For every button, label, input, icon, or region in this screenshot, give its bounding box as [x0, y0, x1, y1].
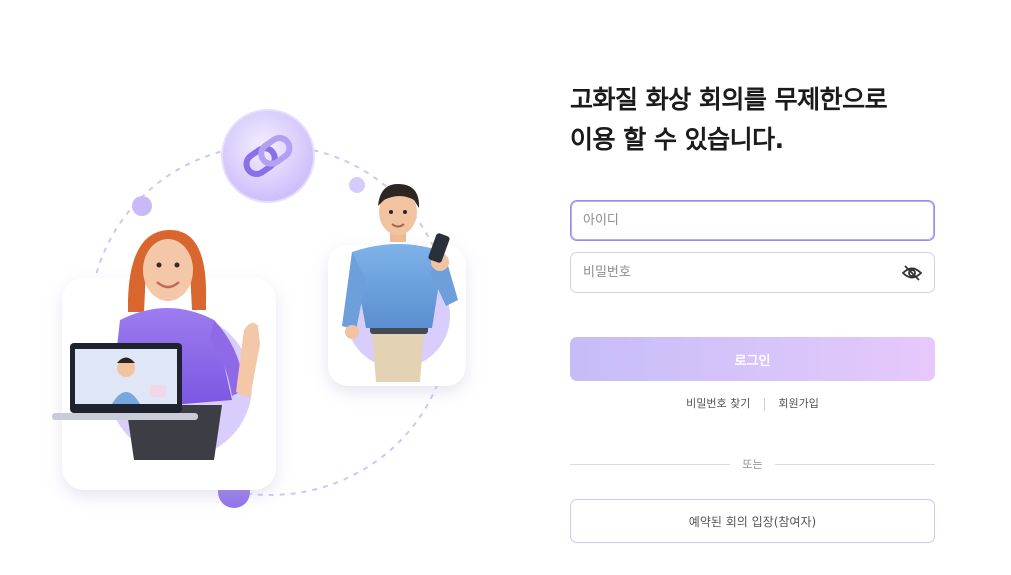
reserved-meeting-button[interactable]: 예약된 회의 입장(참여자) [570, 499, 935, 543]
chain-link-icon [221, 109, 315, 203]
signup-link[interactable]: 회원가입 [778, 397, 818, 410]
account-links: 비밀번호 찾기 회원가입 [570, 395, 935, 411]
headline-line-2: 이용 할 수 있습니다. [570, 125, 784, 154]
find-password-link[interactable]: 비밀번호 찾기 [686, 397, 750, 410]
divider-line [774, 463, 935, 465]
orbit-dot [349, 177, 365, 193]
id-input[interactable] [583, 213, 922, 228]
link-separator [763, 397, 765, 411]
eye-off-icon[interactable] [902, 264, 922, 281]
participant-card-woman [52, 229, 276, 490]
participant-card-man [328, 184, 466, 386]
login-panel: 고화질 화상 회의를 무제한으로 이용 할 수 있습니다. 로그인 비밀번호 찾… [570, 80, 935, 543]
hero-illustration [0, 0, 540, 575]
divider-line [570, 463, 731, 465]
password-input[interactable] [583, 265, 902, 280]
or-divider: 또는 [570, 456, 935, 472]
page-title: 고화질 화상 회의를 무제한으로 이용 할 수 있습니다. [570, 80, 935, 160]
or-label: 또는 [742, 458, 763, 471]
password-field[interactable] [570, 252, 935, 293]
id-field[interactable] [570, 200, 935, 241]
headline-line-1: 고화질 화상 회의를 무제한으로 [570, 85, 888, 114]
login-button[interactable]: 로그인 [570, 337, 935, 381]
orbit-dot [132, 196, 152, 216]
